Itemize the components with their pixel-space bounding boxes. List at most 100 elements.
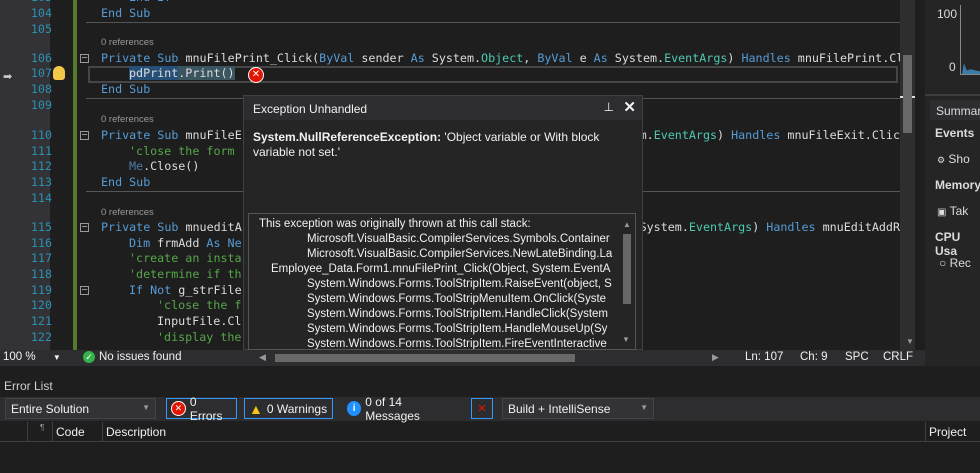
stack-frame: System.Windows.Forms.ToolStripItem.Raise…	[307, 278, 612, 290]
sort-icon[interactable]: ¶	[40, 423, 44, 432]
scroll-right-arrow-icon[interactable]: ▶	[712, 352, 719, 363]
fold-toggle-icon[interactable]: −	[80, 131, 89, 140]
scrollbar-thumb[interactable]	[903, 55, 912, 133]
editor-vertical-scrollbar[interactable]: ▼	[900, 0, 915, 350]
line-number: 113	[30, 175, 52, 189]
issues-indicator[interactable]: ✓ No issues found	[83, 351, 181, 363]
show-events-button[interactable]: ⚙ Sho	[937, 152, 970, 166]
code-token: Object	[481, 51, 524, 65]
stack-frame: System.Windows.Forms.ToolStripItem.Handl…	[307, 308, 608, 320]
line-number: 116	[30, 236, 52, 250]
warnings-filter-button[interactable]: ▲ 0 Warnings	[244, 398, 333, 419]
scroll-down-arrow-icon[interactable]: ▼	[906, 337, 914, 346]
codelens-references[interactable]: 0 references	[101, 114, 154, 125]
exception-title: Exception Unhandled	[253, 102, 368, 116]
code-line: 'close the f	[157, 298, 241, 312]
code-token: 'close the form	[129, 144, 235, 158]
check-icon: ✓	[83, 351, 95, 363]
code-line: 'display the	[157, 330, 241, 344]
code-token: mnuFilePrint.Cl	[797, 51, 900, 65]
code-token: frmAdd	[157, 236, 207, 250]
stack-frame: System.Windows.Forms.ToolStripItem.Handl…	[307, 323, 608, 335]
code-token: EventArgs	[688, 220, 753, 234]
stack-frame: System.Windows.Forms.ToolStripItem.FireE…	[307, 338, 607, 350]
scope-dropdown[interactable]: Entire Solution ▼	[5, 398, 156, 419]
fold-toggle-icon[interactable]: −	[80, 223, 89, 232]
graph-min-label: 0	[949, 60, 956, 74]
code-token: If	[129, 283, 151, 297]
code-line: If Not g_strFile	[129, 283, 242, 297]
call-stack-box[interactable]: This exception was originally thrown at …	[248, 213, 636, 350]
code-line: End If	[129, 0, 171, 4]
error-list-toolbar: Entire Solution ▼ ✕ 0 Errors ▲ 0 Warnings i…	[0, 395, 980, 423]
code-token: sender	[361, 51, 411, 65]
code-token: EventArgs	[664, 51, 728, 65]
line-number: 115	[30, 220, 52, 234]
code-line: m.EventArgs) Handles mnuFileExit.Clic	[640, 128, 900, 142]
column-project[interactable]: Project	[929, 425, 966, 439]
code-line: Private Sub mnuFileE	[101, 128, 242, 142]
tab-summary[interactable]: Summar	[930, 100, 980, 120]
code-token: mnuFilePrint_Click(	[185, 51, 320, 65]
line-ending-indicator[interactable]: CRLF	[883, 351, 913, 363]
exception-helper-popup: Exception Unhandled ⊥ ✕ System.NullRefer…	[243, 95, 643, 350]
code-token: Private Sub	[101, 51, 186, 65]
code-token: Me	[129, 159, 144, 173]
line-number: 107	[30, 66, 52, 80]
zoom-level-dropdown[interactable]: 100 % ▼	[3, 351, 61, 363]
codelens-references[interactable]: 0 references	[101, 37, 154, 48]
line-number: 103	[0, 0, 52, 4]
line-number: 120	[30, 298, 52, 312]
exception-header: Exception Unhandled ⊥ ✕	[244, 96, 642, 120]
column-code[interactable]: Code	[56, 425, 85, 439]
horizontal-scrollbar-thumb[interactable]	[275, 354, 575, 362]
errors-filter-button[interactable]: ✕ 0 Errors	[166, 395, 237, 423]
error-icon: ✕	[171, 401, 186, 416]
error-list-columns: ¶ Code Description Project	[0, 422, 980, 442]
code-line: 'close the form	[129, 144, 235, 158]
whitespace-indicator[interactable]: SPC	[845, 351, 869, 363]
events-heading: Events	[935, 126, 975, 140]
stack-frame: System.Windows.Forms.ToolStripMenuItem.O…	[307, 293, 607, 305]
code-token: 'display the	[157, 330, 242, 344]
code-line: pdPrint.Print()	[129, 66, 235, 80]
pin-icon[interactable]: ⊥	[604, 100, 614, 114]
record-cpu-button[interactable]: ○ Rec	[939, 256, 971, 270]
code-line: Me.Close()	[129, 159, 199, 173]
line-number: 111	[30, 144, 52, 158]
line-number: 110	[30, 128, 52, 142]
filter-icon[interactable]: ✕	[471, 398, 493, 419]
code-token: 'close the f	[157, 298, 242, 312]
codelens-references[interactable]: 0 references	[101, 207, 154, 218]
line-number: 117	[30, 251, 52, 265]
code-token: e	[579, 51, 594, 65]
lightbulb-icon[interactable]	[53, 66, 65, 80]
take-snapshot-button[interactable]: ▣ Tak	[937, 204, 968, 218]
stack-frame: Microsoft.VisualBasic.CompilerServices.N…	[307, 248, 613, 260]
code-token: End Sub	[101, 6, 151, 20]
code-token: 'create an insta	[129, 251, 242, 265]
column-description[interactable]: Description	[106, 425, 166, 439]
line-number: 106	[30, 51, 52, 65]
messages-filter-button[interactable]: i0 of 14 Messages	[342, 395, 460, 423]
code-token: As	[206, 236, 228, 250]
code-token: Not	[150, 283, 179, 297]
code-token: Ne	[227, 236, 242, 250]
line-number: 122	[30, 330, 52, 344]
code-token: ByVal	[537, 51, 580, 65]
code-token: System.	[431, 51, 482, 65]
fold-toggle-icon[interactable]: −	[80, 286, 89, 295]
warning-icon: ▲	[249, 400, 263, 417]
build-source-dropdown[interactable]: Build + IntelliSense ▼	[502, 398, 654, 419]
exception-error-icon[interactable]: ✕	[248, 67, 264, 83]
scroll-left-arrow-icon[interactable]: ◀	[259, 352, 266, 363]
stack-frame: Microsoft.VisualBasic.CompilerServices.S…	[307, 233, 610, 245]
close-icon[interactable]: ✕	[623, 98, 636, 116]
code-token: Handles	[741, 51, 798, 65]
editor-status-bar: 100 % ▼ ✓ No issues found ◀ ▶ Ln: 107 Ch…	[0, 350, 925, 366]
fold-toggle-icon[interactable]: −	[80, 54, 89, 63]
code-token: End If	[129, 0, 171, 4]
code-token: Handles	[731, 128, 788, 142]
code-token: ,	[523, 51, 538, 65]
call-stack-scrollbar[interactable]: ▲ ▼	[622, 217, 632, 347]
